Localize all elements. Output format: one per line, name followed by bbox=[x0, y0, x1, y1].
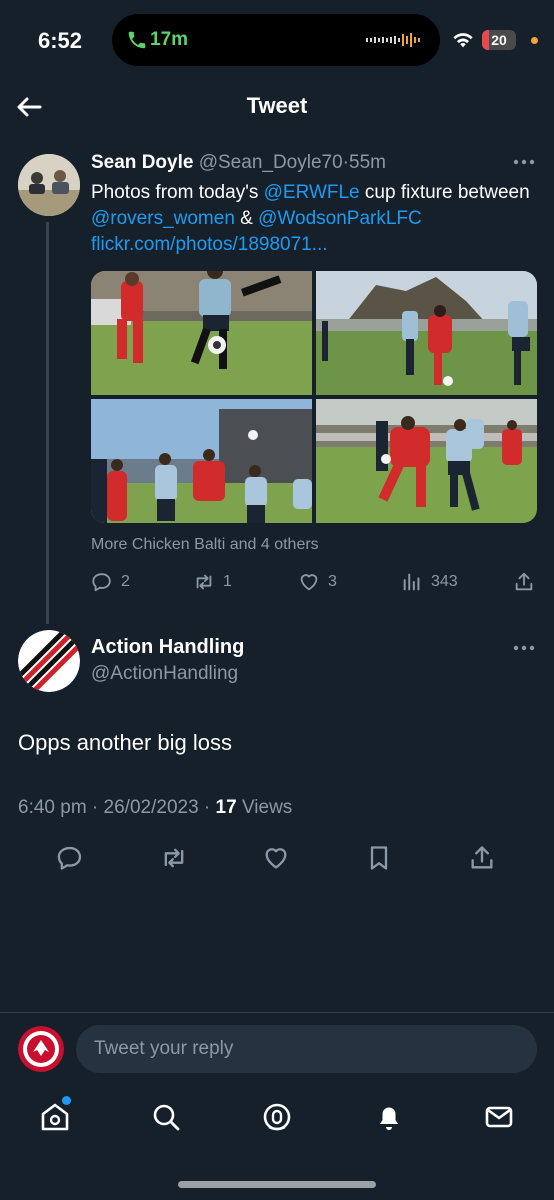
tweet1-text-part: & bbox=[234, 208, 259, 229]
tweet-photo-4[interactable] bbox=[316, 399, 537, 523]
spaces-icon[interactable] bbox=[260, 1100, 294, 1134]
tweet2-time: 6:40 pm bbox=[18, 797, 87, 818]
tweet1-text: Photos from today's @ERWFLe cup fixture … bbox=[91, 180, 541, 258]
tweet1-text-part: Photos from today's bbox=[91, 182, 264, 203]
privacy-indicator-dot bbox=[531, 37, 538, 44]
reply-button[interactable]: 2 bbox=[91, 570, 130, 594]
reply-count: 2 bbox=[121, 573, 130, 590]
like-button[interactable]: 3 bbox=[298, 570, 337, 594]
tweet2-date: 26/02/2023 bbox=[103, 797, 199, 818]
tweet-photo-1[interactable] bbox=[91, 271, 312, 395]
avatar-sean-doyle[interactable] bbox=[18, 154, 80, 216]
tweet1-header: Sean Doyle @Sean_Doyle70·55m bbox=[91, 152, 386, 174]
heart-icon[interactable] bbox=[262, 844, 290, 872]
status-time: 6:52 bbox=[38, 28, 83, 53]
mention-rovers-women[interactable]: @rovers_women bbox=[91, 208, 235, 229]
share-button[interactable] bbox=[513, 570, 543, 594]
photo-grid bbox=[91, 271, 537, 523]
mention-wodsonparklfc[interactable]: @WodsonParkLFC bbox=[258, 208, 422, 229]
battery-indicator: 20 bbox=[482, 30, 516, 50]
tweet1-text-part: cup fixture between bbox=[359, 182, 530, 203]
retweet-icon bbox=[196, 574, 212, 590]
retweet-button[interactable]: 1 bbox=[193, 570, 232, 594]
view-count: 343 bbox=[431, 573, 458, 590]
call-duration: 17m bbox=[150, 29, 189, 50]
my-avatar[interactable] bbox=[18, 1026, 64, 1072]
tweet1-handle[interactable]: @Sean_Doyle70 bbox=[199, 152, 343, 173]
avatar-action-handling[interactable] bbox=[18, 630, 80, 692]
share-icon[interactable] bbox=[468, 844, 496, 872]
tweet1-actions: 2 1 3 343 bbox=[91, 570, 537, 594]
analytics-icon bbox=[403, 573, 420, 591]
reply-icon bbox=[92, 573, 111, 592]
tweet2-text: Opps another big loss bbox=[18, 730, 233, 755]
tweet1-age: 55m bbox=[349, 152, 386, 173]
like-count: 3 bbox=[328, 573, 337, 590]
status-bar: 6:52 17m 20 bbox=[0, 0, 554, 84]
search-icon[interactable] bbox=[149, 1100, 183, 1134]
thread-line bbox=[46, 222, 49, 624]
reply-icon[interactable] bbox=[56, 844, 84, 872]
meta-separator: · bbox=[198, 797, 216, 818]
bookmark-icon[interactable] bbox=[365, 844, 393, 872]
more-options-icon[interactable] bbox=[513, 158, 535, 166]
tweet2-author-name[interactable]: Action Handling bbox=[91, 636, 244, 659]
header: Tweet bbox=[0, 84, 554, 130]
more-options-icon[interactable] bbox=[513, 644, 535, 652]
dynamic-island[interactable]: 17m bbox=[112, 14, 440, 66]
tweet-photo-3[interactable] bbox=[91, 399, 312, 523]
tweet2-metadata: 6:40 pm · 26/02/2023 · 17 Views bbox=[18, 797, 292, 819]
tweet2-view-count[interactable]: 17 bbox=[216, 797, 237, 818]
divider bbox=[0, 1012, 554, 1013]
home-icon[interactable] bbox=[38, 1100, 72, 1134]
meta-separator: · bbox=[86, 797, 104, 818]
views-button[interactable]: 343 bbox=[401, 570, 458, 594]
phone-icon bbox=[128, 31, 146, 49]
audio-waveform-icon bbox=[366, 33, 420, 47]
liked-by-text[interactable]: More Chicken Balti and 4 others bbox=[91, 536, 319, 554]
home-notification-dot bbox=[62, 1096, 71, 1105]
tweet2-handle[interactable]: @ActionHandling bbox=[91, 663, 238, 685]
reply-input[interactable]: Tweet your reply bbox=[76, 1025, 537, 1073]
tweet-photo-2[interactable] bbox=[316, 271, 537, 395]
tweet2-views-label: Views bbox=[236, 797, 293, 818]
wifi-icon bbox=[453, 33, 473, 48]
tweet1-author-name[interactable]: Sean Doyle bbox=[91, 152, 193, 173]
share-icon bbox=[515, 572, 533, 591]
page-title: Tweet bbox=[246, 93, 308, 118]
notifications-icon[interactable] bbox=[372, 1100, 406, 1134]
battery-percent: 20 bbox=[491, 32, 507, 48]
flickr-link[interactable]: flickr.com/photos/1898071... bbox=[91, 234, 328, 255]
bottom-nav bbox=[0, 1086, 554, 1150]
heart-icon bbox=[300, 574, 318, 591]
home-indicator bbox=[178, 1181, 376, 1188]
tweet2-actions bbox=[0, 842, 554, 874]
retweet-icon[interactable] bbox=[160, 844, 188, 872]
messages-icon[interactable] bbox=[482, 1100, 516, 1134]
reply-placeholder: Tweet your reply bbox=[94, 1038, 234, 1059]
retweet-count: 1 bbox=[223, 573, 232, 590]
mention-erwfle[interactable]: @ERWFLe bbox=[264, 182, 360, 203]
